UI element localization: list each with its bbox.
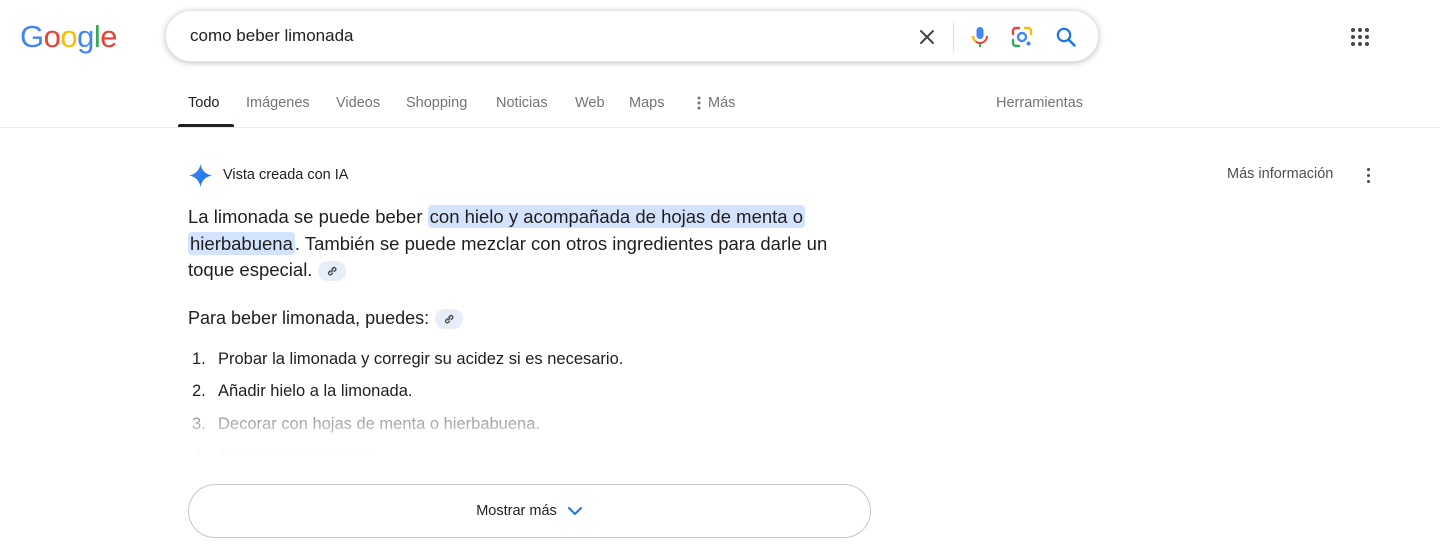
ai-overview-title: Vista creada con IA xyxy=(223,167,349,183)
clear-search-button[interactable] xyxy=(913,23,941,51)
more-options-button[interactable] xyxy=(1360,164,1376,186)
search-box[interactable]: como beber limonada xyxy=(165,10,1099,62)
show-more-button[interactable]: Mostrar más xyxy=(188,484,871,538)
tab-more[interactable]: Más xyxy=(696,95,735,111)
steps-heading: Para beber limonada, puedes: xyxy=(188,308,464,329)
sparkle-icon xyxy=(189,163,212,187)
search-input[interactable]: como beber limonada xyxy=(190,26,353,46)
steps-list: 1. Probar la limonada y corregir su acide… xyxy=(192,343,623,473)
list-item: 3. Decorar con hojas de menta o hierbabue… xyxy=(192,408,623,441)
tab-news[interactable]: Noticias xyxy=(496,95,548,111)
step-text: Servir en vasos altos. xyxy=(218,447,376,466)
voice-search-button[interactable] xyxy=(966,23,994,51)
logo-letter: G xyxy=(20,19,44,54)
more-vert-icon xyxy=(697,96,701,110)
link-icon xyxy=(445,314,454,323)
chevron-down-icon xyxy=(567,507,582,515)
tab-all[interactable]: Todo xyxy=(188,95,219,111)
step-number: 1. xyxy=(192,349,206,368)
tab-videos[interactable]: Videos xyxy=(336,95,380,111)
tab-images[interactable]: Imágenes xyxy=(246,95,310,111)
more-info-link[interactable]: Más información xyxy=(1227,166,1333,182)
close-icon xyxy=(920,30,934,44)
logo-letter: e xyxy=(100,19,118,54)
steps-heading-text: Para beber limonada, puedes: xyxy=(188,308,430,328)
search-divider xyxy=(953,23,954,51)
link-icon xyxy=(328,267,337,276)
apps-grid-icon xyxy=(1351,28,1369,46)
paragraph-text: La limonada se puede beber xyxy=(188,206,428,227)
tab-more-label: Más xyxy=(708,95,736,111)
tools-button[interactable]: Herramientas xyxy=(996,95,1083,111)
lens-icon xyxy=(1011,26,1033,48)
source-link-button[interactable] xyxy=(318,261,347,282)
search-icon xyxy=(1056,27,1076,47)
list-item: 2. Añadir hielo a la limonada. xyxy=(192,376,623,409)
logo-letter: g xyxy=(77,19,94,54)
highlighted-text: hierbabuena xyxy=(188,231,295,255)
active-tab-indicator xyxy=(178,124,234,127)
list-item: 4. Servir en vasos altos. xyxy=(192,441,623,474)
lens-search-button[interactable] xyxy=(1008,23,1036,51)
highlighted-text: con hielo y acompañada de hojas de menta… xyxy=(427,205,805,228)
ai-overview-text: La limonada se puede beber con hielo y a… xyxy=(188,204,878,284)
search-button[interactable] xyxy=(1052,23,1080,51)
logo-letter: o xyxy=(43,19,61,54)
microphone-icon xyxy=(972,27,988,47)
source-link-button[interactable] xyxy=(435,308,464,329)
step-text: Probar la limonada y corregir su acidez … xyxy=(218,349,624,368)
search-tabs: Todo Imágenes Videos Shopping Noticias W… xyxy=(0,80,1440,128)
step-text: Decorar con hojas de menta o hierbabuena… xyxy=(218,414,540,433)
ai-overview-header: Vista creada con IA xyxy=(188,162,348,188)
google-apps-button[interactable] xyxy=(1345,22,1375,52)
tab-maps[interactable]: Maps xyxy=(629,95,664,111)
step-text: Añadir hielo a la limonada. xyxy=(218,382,413,401)
more-vert-icon xyxy=(1366,167,1370,171)
show-more-label: Mostrar más xyxy=(476,503,557,519)
step-number: 3. xyxy=(192,414,206,433)
tab-shopping[interactable]: Shopping xyxy=(406,95,467,111)
google-logo[interactable]: Google xyxy=(20,19,118,54)
list-item: 1. Probar la limonada y corregir su acide… xyxy=(192,343,623,376)
step-number: 2. xyxy=(192,382,206,401)
tab-web[interactable]: Web xyxy=(575,95,605,111)
logo-letter: o xyxy=(60,19,78,54)
step-number: 4. xyxy=(192,447,206,466)
